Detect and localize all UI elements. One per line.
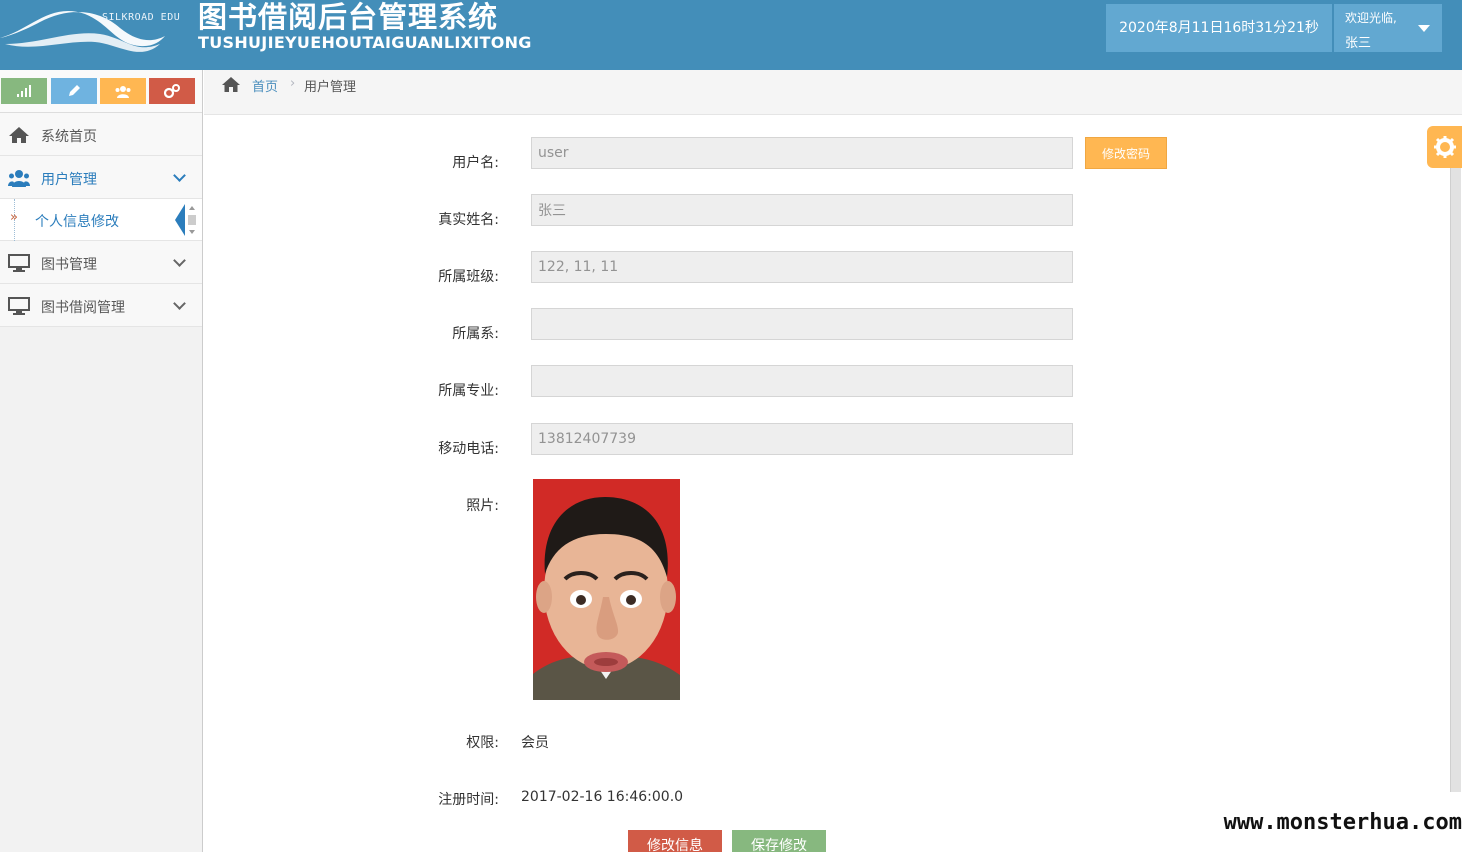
breadcrumb-separator-icon: › [290, 76, 296, 91]
chevron-down-icon [173, 297, 186, 310]
sidebar: 系统首页 用户管理 » 个人信息修改 图书管理 图书借阅管理 [0, 70, 203, 852]
home-icon[interactable] [221, 76, 241, 94]
register-time-label: 注册时间: [438, 792, 499, 808]
role-value: 会员 [521, 735, 549, 751]
major-field[interactable] [531, 365, 1073, 397]
shortcut-signal-button[interactable] [1, 78, 47, 104]
save-changes-button[interactable]: 保存修改 [732, 830, 826, 852]
shortcut-pencil-button[interactable] [51, 78, 97, 104]
active-pointer-icon [175, 204, 185, 236]
user-name: 张三 [1345, 36, 1372, 51]
register-time-value: 2017-02-16 16:46:00.0 [521, 789, 684, 805]
realname-field[interactable] [531, 194, 1073, 226]
double-angle-right-icon: » [10, 210, 18, 225]
sidebar-item-label: 图书管理 [41, 257, 97, 273]
user-photo [533, 479, 680, 700]
home-icon [9, 127, 29, 143]
major-label: 所属专业: [438, 383, 499, 399]
change-password-button[interactable]: 修改密码 [1085, 137, 1167, 169]
breadcrumb-current: 用户管理 [304, 80, 357, 95]
sidebar-subitem-profile-edit[interactable]: » 个人信息修改 [0, 199, 202, 241]
phone-label: 移动电话: [438, 441, 499, 457]
class-field[interactable] [531, 251, 1073, 283]
top-navbar: SILKROAD EDU 图书借阅后台管理系统 TUSHUJIEYUEHOUTA… [0, 0, 1462, 70]
watermark: www.monsterhua.com [1200, 808, 1462, 838]
app-subtitle: TUSHUJIEYUEHOUTAIGUANLIXITONG [198, 33, 532, 52]
breadcrumb-home-link[interactable]: 首页 [252, 76, 278, 95]
sidebar-item-label: 图书借阅管理 [41, 300, 125, 316]
logo-wave-icon [0, 11, 165, 52]
sidebar-item-user-management[interactable]: 用户管理 [0, 156, 202, 199]
logo: SILKROAD EDU [0, 0, 190, 70]
chevron-down-icon [173, 254, 186, 267]
portrait-image [533, 479, 680, 700]
signal-icon [17, 85, 31, 97]
role-label: 权限: [466, 735, 499, 751]
class-label: 所属班级: [438, 269, 499, 285]
page-scrollbar-thumb[interactable] [1450, 168, 1461, 792]
photo-label: 照片: [466, 498, 499, 514]
username-field[interactable] [531, 137, 1073, 169]
cogs-icon [164, 84, 180, 98]
sidebar-subitem-label: 个人信息修改 [35, 214, 119, 230]
shortcut-cogs-button[interactable] [149, 78, 195, 104]
logo-text: SILKROAD EDU [102, 12, 181, 23]
desktop-icon [8, 254, 30, 272]
phone-field[interactable] [531, 423, 1073, 455]
sidebar-item-book-management[interactable]: 图书管理 [0, 241, 202, 284]
username-label: 用户名: [452, 155, 499, 171]
shortcut-users-button[interactable] [100, 78, 146, 104]
pencil-icon [69, 85, 80, 96]
users-icon [115, 85, 131, 98]
app-title: 图书借阅后台管理系统 [198, 0, 499, 34]
user-menu[interactable]: 欢迎光临, 张三 [1334, 4, 1442, 52]
sidebar-item-borrow-management[interactable]: 图书借阅管理 [0, 284, 202, 327]
breadcrumb: 首页 › 用户管理 [204, 70, 1462, 115]
gear-icon [1434, 136, 1456, 158]
caret-down-icon [1418, 25, 1430, 32]
department-label: 所属系: [452, 326, 499, 342]
mini-scrollbar[interactable] [187, 205, 197, 235]
edit-info-button[interactable]: 修改信息 [628, 830, 722, 852]
sidebar-shortcuts [0, 70, 202, 113]
users-icon [8, 170, 30, 187]
chevron-down-icon [173, 169, 186, 182]
sidebar-item-home[interactable]: 系统首页 [0, 113, 202, 156]
sidebar-item-label: 系统首页 [41, 129, 97, 145]
settings-toggle[interactable] [1427, 126, 1462, 168]
realname-label: 真实姓名: [438, 212, 499, 228]
department-field[interactable] [531, 308, 1073, 340]
desktop-icon [8, 297, 30, 315]
sidebar-item-label: 用户管理 [41, 172, 97, 188]
welcome-text: 欢迎光临, [1345, 11, 1397, 25]
current-datetime: 2020年8月11日16时31分21秒 [1106, 4, 1332, 52]
